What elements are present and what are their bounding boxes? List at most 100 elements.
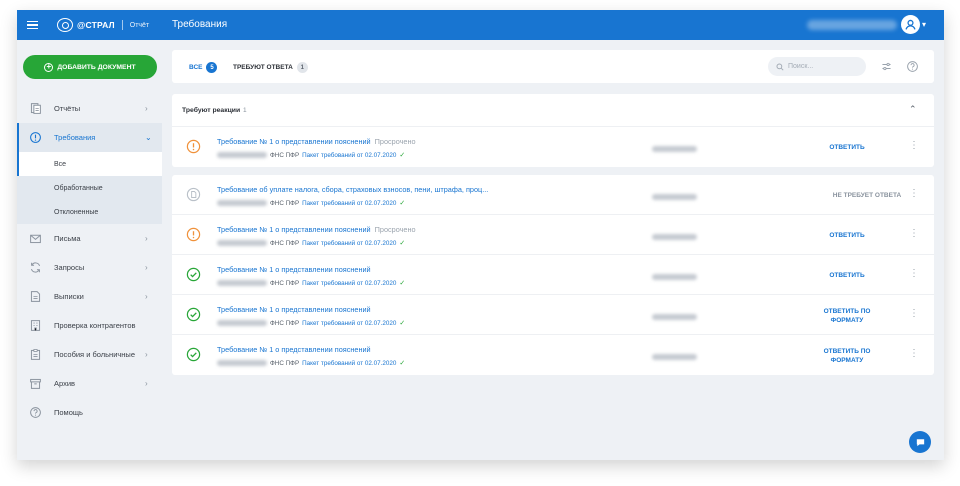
check-circle-icon xyxy=(186,307,201,322)
more-vertical-icon[interactable]: ⋮ xyxy=(909,268,919,280)
reaction-card: Требуют реакции 1 ⌃ Требование № 1 о пре… xyxy=(172,94,934,167)
requirement-link[interactable]: Требование № 1 о представлении пояснений… xyxy=(217,137,416,146)
chevron-right-icon: › xyxy=(145,350,148,359)
package-link[interactable]: Пакет требований от 02.07.2020 xyxy=(302,240,396,247)
more-vertical-icon[interactable]: ⋮ xyxy=(909,348,919,360)
tab-need-answer[interactable]: ТРЕБУЮТ ОТВЕТА 1 xyxy=(233,62,308,73)
building-icon xyxy=(30,320,41,331)
count-badge: 5 xyxy=(206,62,218,73)
chat-bubble-icon xyxy=(916,438,924,446)
chevron-right-icon: › xyxy=(145,292,148,301)
answer-button[interactable]: ОТВЕТИТЬ xyxy=(817,143,877,152)
requirement-link[interactable]: Требование № 1 о представлении пояснений xyxy=(217,265,371,274)
answer-by-format-button[interactable]: ОТВЕТИТЬ ПО ФОРМАТУ xyxy=(817,347,877,365)
check-circle-icon xyxy=(186,267,201,282)
redacted-author xyxy=(652,354,697,360)
table-row[interactable]: Требование № 1 о представлении пояснений… xyxy=(172,295,934,335)
section-title: Требуют реакции xyxy=(182,107,241,114)
requirement-meta: ФНС ПФР Пакет требований от 02.07.2020 ✓ xyxy=(217,279,405,287)
user-avatar-icon[interactable] xyxy=(901,15,920,34)
sidebar-item-benefits[interactable]: Пособия и больничные › xyxy=(17,340,162,369)
sidebar-item-letters[interactable]: Письма › xyxy=(17,224,162,253)
chevron-down-icon[interactable]: ▾ xyxy=(922,20,926,29)
more-vertical-icon[interactable]: ⋮ xyxy=(909,228,919,240)
chevron-right-icon: › xyxy=(145,234,148,243)
filter-sliders-icon[interactable] xyxy=(880,60,893,73)
sidebar-item-requests[interactable]: Запросы › xyxy=(17,253,162,282)
table-row[interactable]: Требование № 1 о представлении пояснений… xyxy=(172,127,934,167)
sidebar-item-requirements[interactable]: Требования ⌄ xyxy=(17,123,162,152)
table-row[interactable]: Требование № 1 о представлении пояснений… xyxy=(172,255,934,295)
chevron-right-icon: › xyxy=(145,379,148,388)
chat-button[interactable] xyxy=(909,431,931,453)
menu-icon[interactable] xyxy=(17,10,47,40)
tab-label: ВСЕ xyxy=(189,64,203,71)
logo[interactable]: @СТРАЛ Отчёт xyxy=(57,18,149,32)
package-link[interactable]: Пакет требований от 02.07.2020 xyxy=(302,320,396,327)
tab-all[interactable]: ВСЕ 5 xyxy=(189,62,218,73)
requirement-link[interactable]: Требование № 1 о представлении пояснений… xyxy=(217,225,416,234)
more-vertical-icon[interactable]: ⋮ xyxy=(909,140,919,152)
redacted-author xyxy=(652,234,697,240)
logo-subtitle: Отчёт xyxy=(129,21,150,29)
redacted-inn xyxy=(217,200,267,206)
sender: ФНС ПФР xyxy=(270,319,300,327)
table-row[interactable]: Требование № 1 о представлении пояснений… xyxy=(172,335,934,375)
sidebar-item-label: Запросы xyxy=(54,263,85,272)
sidebar-item-label: Пособия и больничные xyxy=(54,350,135,359)
sidebar-subitem-all[interactable]: Все xyxy=(17,152,162,176)
add-document-label: ДОБАВИТЬ ДОКУМЕНТ xyxy=(57,63,136,71)
redacted-author xyxy=(652,274,697,280)
redacted-author xyxy=(652,194,697,200)
answer-button[interactable]: ОТВЕТИТЬ xyxy=(817,231,877,240)
requirement-title: Требование № 1 о представлении пояснений xyxy=(217,345,371,354)
more-vertical-icon[interactable]: ⋮ xyxy=(909,188,919,200)
more-vertical-icon[interactable]: ⋮ xyxy=(909,308,919,320)
requirement-meta: ФНС ПФР Пакет требований от 02.07.2020 ✓ xyxy=(217,151,405,159)
sidebar-item-label: Помощь xyxy=(54,408,83,417)
filter-bar: ВСЕ 5 ТРЕБУЮТ ОТВЕТА 1 xyxy=(172,50,934,83)
sidebar-item-reports[interactable]: Отчёты › xyxy=(17,94,162,123)
package-link[interactable]: Пакет требований от 02.07.2020 xyxy=(302,152,396,159)
requirement-link[interactable]: Требование об уплате налога, сбора, стра… xyxy=(217,185,488,194)
tab-label: ТРЕБУЮТ ОТВЕТА xyxy=(233,64,293,71)
user-name-redacted xyxy=(807,20,897,30)
sidebar-item-statements[interactable]: Выписки › xyxy=(17,282,162,311)
sidebar-item-help[interactable]: Помощь xyxy=(17,398,162,427)
chevron-right-icon: › xyxy=(145,263,148,272)
sidebar-item-label: Письма xyxy=(54,234,81,243)
table-row[interactable]: Требование № 1 о представлении пояснений… xyxy=(172,215,934,255)
add-document-button[interactable]: + ДОБАВИТЬ ДОКУМЕНТ xyxy=(23,55,157,79)
chevron-up-icon[interactable]: ⌃ xyxy=(909,104,917,115)
package-link[interactable]: Пакет требований от 02.07.2020 xyxy=(302,280,396,287)
search-box[interactable] xyxy=(768,57,866,76)
package-link[interactable]: Пакет требований от 02.07.2020 xyxy=(302,360,396,367)
warning-icon xyxy=(186,227,201,242)
sidebar-item-counterparty-check[interactable]: Проверка контрагентов xyxy=(17,311,162,340)
sidebar-nav: Отчёты › Требования ⌄ Все Обработанные О… xyxy=(17,94,162,427)
requirement-title: Требование № 1 о представлении пояснений xyxy=(217,265,371,274)
requirement-link[interactable]: Требование № 1 о представлении пояснений xyxy=(217,345,371,354)
package-link[interactable]: Пакет требований от 02.07.2020 xyxy=(302,200,396,207)
table-row[interactable]: Требование об уплате налога, сбора, стра… xyxy=(172,175,934,215)
sender: ФНС ПФР xyxy=(270,199,300,207)
redacted-author xyxy=(652,314,697,320)
overdue-note: Просрочено xyxy=(374,137,416,146)
search-input[interactable] xyxy=(788,63,858,70)
top-bar: @СТРАЛ Отчёт Требования ▾ xyxy=(17,10,944,40)
answer-button[interactable]: ОТВЕТИТЬ xyxy=(817,271,877,280)
sidebar-subitem-processed[interactable]: Обработанные xyxy=(17,176,162,200)
alert-circle-icon xyxy=(30,132,41,143)
warning-icon xyxy=(186,139,201,154)
answer-by-format-button[interactable]: ОТВЕТИТЬ ПО ФОРМАТУ xyxy=(817,307,877,325)
refresh-icon xyxy=(30,262,41,273)
sidebar-subitem-label: Отклоненные xyxy=(54,208,99,216)
requirement-link[interactable]: Требование № 1 о представлении пояснений xyxy=(217,305,371,314)
help-icon[interactable] xyxy=(906,60,919,73)
sidebar-subitem-rejected[interactable]: Отклоненные xyxy=(17,200,162,224)
sidebar-item-label: Требования xyxy=(54,133,96,142)
sidebar-item-archive[interactable]: Архив › xyxy=(17,369,162,398)
sidebar-subitem-label: Все xyxy=(54,160,67,168)
sidebar: + ДОБАВИТЬ ДОКУМЕНТ Отчёты › Требования … xyxy=(17,40,162,460)
count-badge: 1 xyxy=(296,62,308,73)
